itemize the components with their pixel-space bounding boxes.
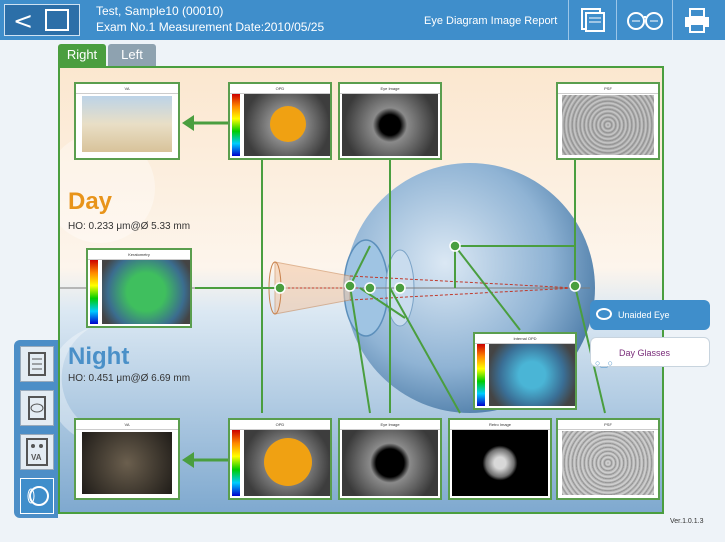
night-title: Night — [68, 343, 130, 370]
back-button[interactable]: < — [4, 4, 80, 36]
day-eye-image-thumbnail[interactable]: Eye Image — [338, 82, 442, 160]
glasses-icon: ○‿○ — [595, 358, 614, 368]
back-arrow-icon: < — [13, 7, 34, 35]
night-va-thumbnail[interactable]: VA — [74, 418, 180, 500]
eye-diagram-icon — [27, 486, 49, 506]
tab-right[interactable]: Right — [58, 44, 106, 66]
eye-view-button[interactable] — [616, 0, 672, 40]
binocular-icon — [627, 12, 663, 30]
eye-diagram-view-button[interactable] — [20, 478, 54, 514]
print-button[interactable] — [672, 0, 725, 40]
day-title: Day — [68, 188, 113, 215]
tab-left[interactable]: Left — [108, 44, 156, 66]
day-psf-thumbnail[interactable]: PSF — [556, 82, 660, 160]
day-va-thumbnail[interactable]: VA — [74, 82, 180, 160]
va-label: VA — [31, 453, 42, 462]
version-label: Ver.1.0.1.3 — [670, 518, 704, 525]
internal-opd-thumbnail[interactable]: Internal OPD — [473, 332, 577, 410]
unaided-eye-button[interactable]: Unaided Eye — [590, 300, 710, 330]
day-glasses-button[interactable]: ○‿○ Day Glasses — [590, 337, 710, 368]
report-title: Eye Diagram Image Report — [424, 15, 558, 27]
night-ho-value: HO: 0.451 μm@Ø 6.69 mm — [68, 373, 191, 384]
report-icon — [28, 352, 46, 376]
night-opd-thumbnail[interactable]: OPD — [228, 418, 332, 500]
night-eye-image-thumbnail[interactable]: Eye Image — [338, 418, 442, 500]
day-ho-value: HO: 0.233 μm@Ø 5.33 mm — [68, 221, 191, 232]
eye-icon — [596, 308, 612, 320]
night-psf-thumbnail[interactable]: PSF — [556, 418, 660, 500]
eye-image-view-button[interactable] — [20, 390, 54, 426]
va-view-button[interactable]: VA — [20, 434, 54, 470]
eye-doc-icon — [28, 396, 46, 420]
exam-info: Exam No.1 Measurement Date:2010/05/25 — [96, 20, 325, 34]
patient-name: Test, Sample10 (00010) — [96, 4, 224, 18]
night-retro-image-thumbnail[interactable]: Retro Image — [448, 418, 552, 500]
day-opd-thumbnail[interactable]: OPD — [228, 82, 332, 160]
va-chart-icon — [26, 438, 48, 466]
report-view-button[interactable] — [20, 346, 54, 382]
printer-icon — [685, 8, 709, 33]
document-stack-icon — [581, 8, 605, 32]
unaided-eye-label: Unaided Eye — [618, 310, 670, 320]
report-list-icon — [45, 9, 69, 31]
report-button[interactable] — [568, 0, 616, 40]
day-glasses-label: Day Glasses — [619, 348, 671, 358]
keratometry-thumbnail[interactable]: Keratometry — [86, 248, 192, 328]
